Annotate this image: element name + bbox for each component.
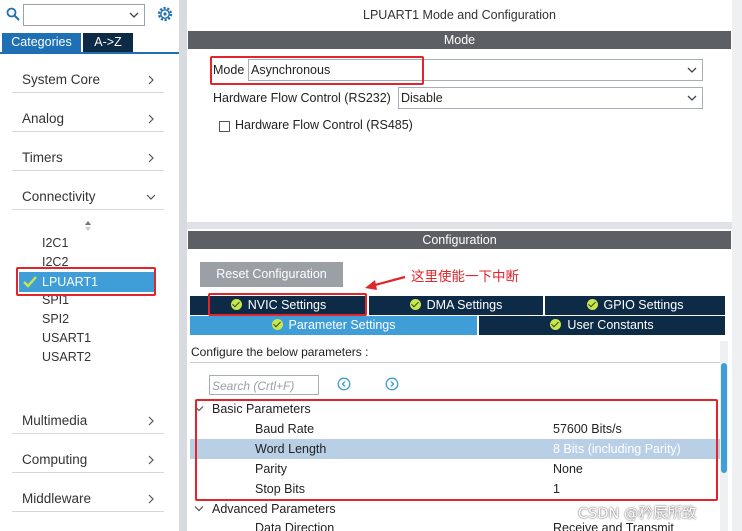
hfc-rs485-label: Hardware Flow Control (RS485)	[235, 118, 413, 132]
parameters-scrollbar[interactable]	[720, 341, 728, 531]
category-search-combo[interactable]	[23, 4, 145, 26]
hfc-rs232-select[interactable]: Disable	[398, 87, 703, 109]
chevron-down-icon	[194, 506, 204, 512]
category-analog[interactable]: Analog	[12, 106, 164, 132]
category-label: Analog	[22, 111, 65, 126]
peripheral-i2c1[interactable]: I2C1	[42, 236, 68, 250]
category-label: Timers	[22, 150, 63, 165]
chevron-right-icon	[148, 494, 154, 504]
tab-label: DMA Settings	[426, 298, 503, 312]
annotation-text: 这里使能一下中断	[411, 269, 519, 285]
peripheral-spi2[interactable]: SPI2	[42, 312, 69, 326]
configuration-bar: Configuration	[188, 231, 731, 249]
arrow-annotation-icon	[365, 275, 406, 290]
hfc-rs232-value: Disable	[401, 91, 443, 105]
group-label: Advanced Parameters	[212, 502, 336, 516]
next-icon[interactable]	[385, 377, 399, 391]
main-scrollbar[interactable]	[732, 0, 742, 531]
search-placeholder: Search (Crtl+F)	[212, 379, 295, 393]
category-middleware[interactable]: Middleware	[12, 486, 164, 512]
sort-arrows-icon[interactable]	[84, 220, 92, 232]
check-circle-icon	[409, 299, 421, 310]
chevron-right-icon	[148, 455, 154, 465]
hfc-rs232-label: Hardware Flow Control (RS232)	[213, 91, 391, 105]
highlight-lpuart1	[16, 267, 156, 296]
category-label: System Core	[22, 72, 101, 87]
page-title: LPUART1 Mode and Configuration	[187, 0, 732, 31]
chevron-down-icon	[687, 95, 697, 101]
tab-dma-settings[interactable]: DMA Settings	[369, 296, 543, 315]
category-label: Computing	[22, 452, 88, 467]
peripheral-usart1[interactable]: USART1	[42, 331, 91, 345]
category-system-core[interactable]: System Core	[12, 67, 164, 93]
watermark: CSDN @矜辰所致	[578, 506, 697, 522]
check-circle-icon	[586, 299, 598, 310]
category-label: Multimedia	[22, 413, 88, 428]
check-circle-icon	[271, 319, 283, 330]
param-name: Data Direction	[255, 521, 335, 531]
previous-icon[interactable]	[337, 377, 351, 391]
category-connectivity[interactable]: Connectivity	[12, 184, 164, 210]
configure-hint: Configure the below parameters :	[191, 345, 369, 359]
chevron-down-icon	[146, 194, 156, 200]
category-computing[interactable]: Computing	[12, 447, 164, 473]
highlight-mode	[210, 56, 424, 85]
category-multimedia[interactable]: Multimedia	[12, 408, 164, 434]
chevron-right-icon	[148, 114, 154, 124]
left-panel: Categories A->Z System Core Analog Timer…	[0, 0, 179, 531]
category-label: Connectivity	[22, 189, 96, 204]
divider	[190, 362, 720, 363]
tab-user-constants[interactable]: User Constants	[479, 316, 725, 335]
tab-a-to-z[interactable]: A->Z	[83, 33, 133, 52]
highlight-nvic-tab	[208, 293, 367, 316]
left-toolbar: Categories A->Z	[0, 0, 179, 54]
tab-label: GPIO Settings	[603, 298, 684, 312]
chevron-right-icon	[148, 416, 154, 426]
tab-categories[interactable]: Categories	[2, 33, 81, 52]
gear-icon[interactable]	[156, 5, 174, 23]
tab-parameter-settings[interactable]: Parameter Settings	[190, 316, 477, 335]
tab-gpio-settings[interactable]: GPIO Settings	[545, 296, 725, 315]
hfc-rs485-checkbox[interactable]	[219, 121, 230, 132]
search-icon[interactable]	[6, 7, 20, 21]
parameter-search-input[interactable]: Search (Crtl+F)	[209, 375, 319, 395]
chevron-right-icon	[148, 75, 154, 85]
chevron-right-icon	[148, 153, 154, 163]
peripheral-usart2[interactable]: USART2	[42, 350, 91, 364]
panel-splitter[interactable]	[179, 0, 187, 531]
mode-bar: Mode	[188, 31, 731, 49]
chevron-down-icon	[687, 67, 697, 73]
highlight-basic-parameters	[195, 399, 718, 501]
tab-label: Parameter Settings	[288, 318, 396, 332]
check-circle-icon	[550, 319, 562, 330]
tab-underline	[0, 52, 179, 54]
category-label: Middleware	[22, 491, 92, 506]
reset-configuration-button[interactable]: Reset Configuration	[200, 262, 343, 287]
category-timers[interactable]: Timers	[12, 145, 164, 171]
main-panel: LPUART1 Mode and Configuration Mode Mode…	[187, 0, 742, 531]
scrollbar-thumb[interactable]	[721, 363, 727, 473]
chevron-down-icon[interactable]	[128, 9, 140, 21]
tab-label: User Constants	[567, 318, 654, 332]
